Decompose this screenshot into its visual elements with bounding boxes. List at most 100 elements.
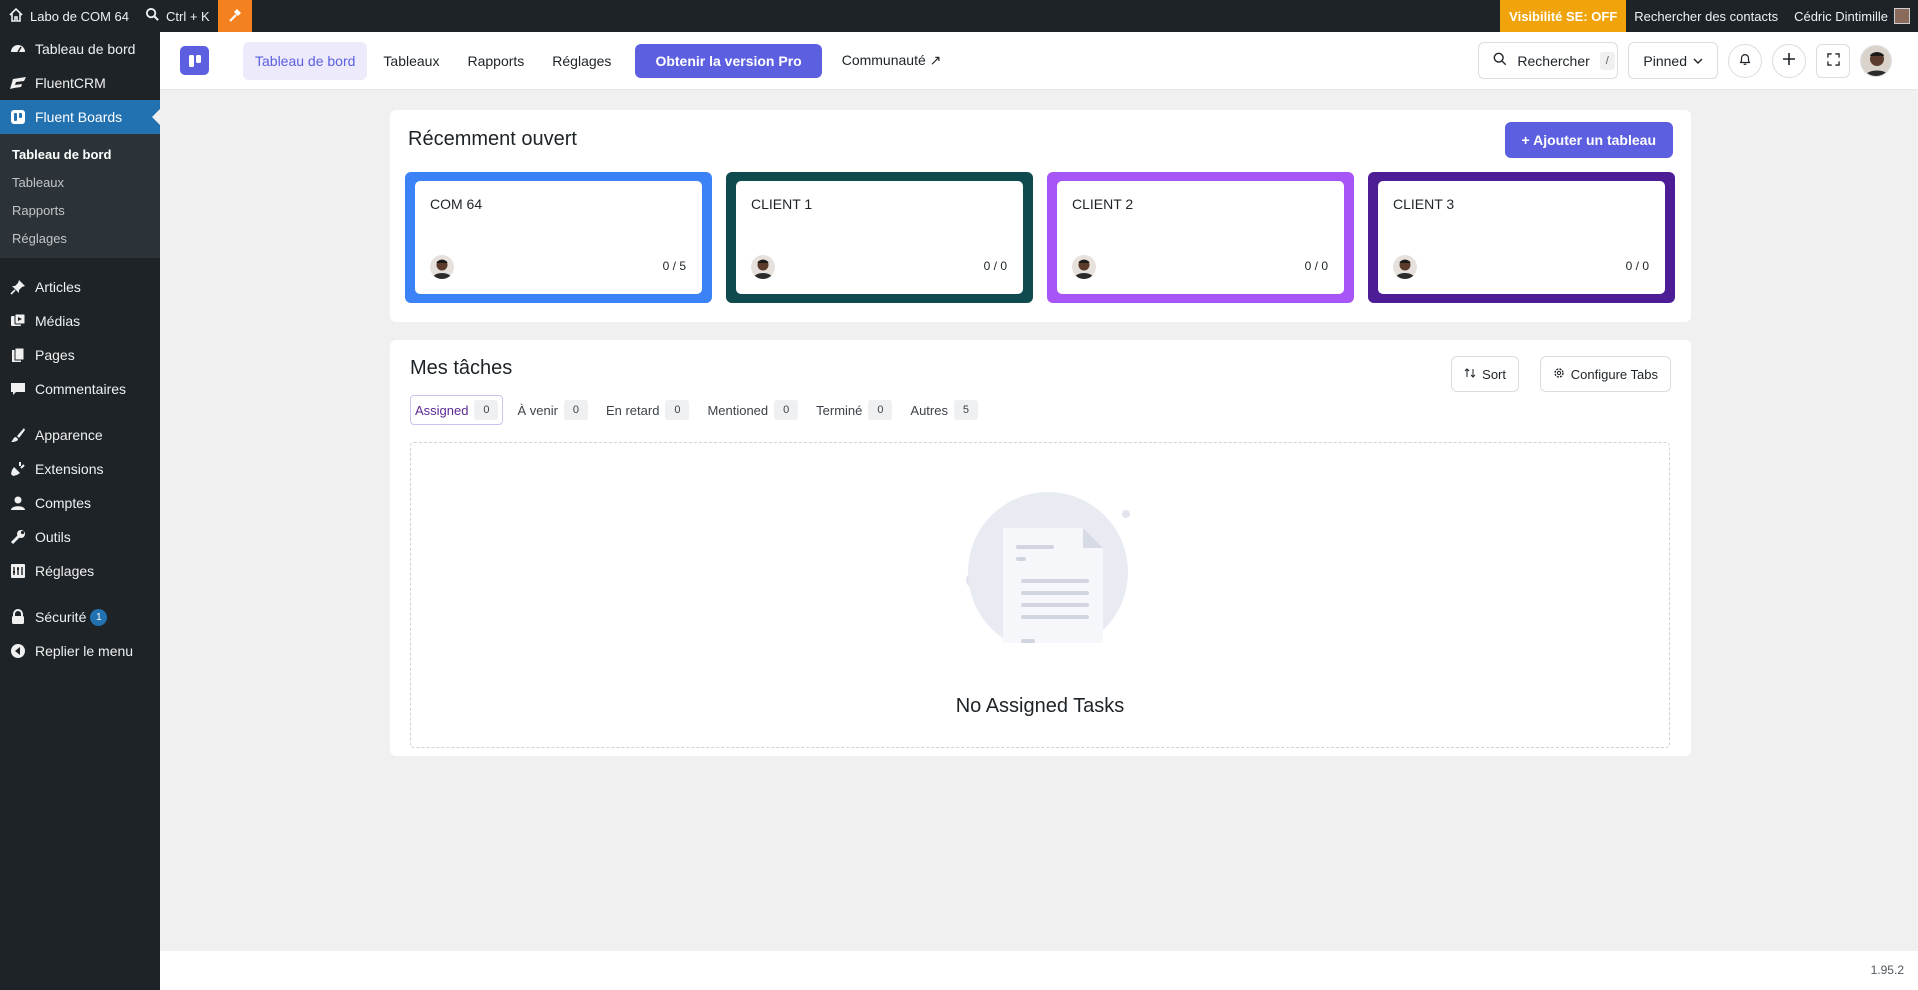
menu-tools[interactable]: Outils (0, 520, 160, 554)
submenu-item-boards[interactable]: Tableaux (0, 168, 160, 196)
configure-tabs-button[interactable]: Configure Tabs (1539, 356, 1671, 392)
tab-label: Autres (910, 402, 948, 418)
board-card-body: CLIENT 3 0 / 0 (1378, 181, 1665, 294)
fluent-boards-submenu: Tableau de bord Tableaux Rapports Réglag… (0, 134, 160, 258)
add-board-button[interactable]: + Ajouter un tableau (1504, 122, 1673, 158)
tab-count: 0 (474, 400, 499, 420)
search-contacts-link[interactable]: Rechercher des contacts (1626, 0, 1786, 32)
board-card[interactable]: COM 64 0 / 5 (405, 172, 712, 303)
tab-overdue[interactable]: En retard 0 (602, 395, 693, 425)
main-content: Tableau de bord Tableaux Rapports Réglag… (160, 32, 1918, 990)
add-button[interactable] (1772, 43, 1806, 78)
board-card-body: COM 64 0 / 5 (415, 181, 702, 294)
search-icon (145, 7, 160, 25)
command-search[interactable]: Ctrl + K (137, 0, 218, 32)
toolbox-button[interactable] (217, 0, 252, 32)
plugin-icon (9, 460, 27, 478)
my-tasks-title: Mes tâches (410, 357, 513, 379)
menu-extensions[interactable]: Extensions (0, 452, 160, 486)
seo-visibility-status[interactable]: Visibilité SE: OFF (1500, 0, 1627, 32)
board-name: CLIENT 1 (751, 196, 813, 212)
board-card[interactable]: CLIENT 1 0 / 0 (726, 172, 1033, 303)
tab-settings[interactable]: Réglages (540, 42, 623, 80)
menu-fluentcrm[interactable]: FluentCRM (0, 66, 160, 100)
pinned-label: Pinned (1643, 52, 1687, 69)
pin-icon (9, 278, 27, 296)
menu-label: Tableau de bord (35, 41, 136, 57)
menu-articles[interactable]: Articles (0, 270, 160, 304)
menu-appearance[interactable]: Apparence (0, 418, 160, 452)
recently-opened-panel: Récemment ouvert + Ajouter un tableau CO… (390, 110, 1691, 322)
menu-settings[interactable]: Réglages (0, 554, 160, 588)
media-icon (9, 312, 27, 330)
board-member-avatar (430, 255, 454, 279)
board-card-body: CLIENT 2 0 / 0 (1057, 181, 1344, 294)
menu-label: Comptes (35, 495, 92, 511)
board-name: CLIENT 3 (1393, 196, 1455, 212)
get-pro-button[interactable]: Obtenir la version Pro (635, 43, 822, 78)
fluentcrm-icon (9, 74, 27, 92)
tab-assigned[interactable]: Assigned 0 (410, 395, 504, 425)
empty-state-message: No Assigned Tasks (955, 695, 1125, 717)
menu-fluent-boards[interactable]: Fluent Boards (0, 100, 160, 134)
tab-upcoming[interactable]: À venir 0 (513, 395, 591, 425)
dashboard-icon (9, 40, 27, 58)
search-shortcut: Ctrl + K (166, 8, 210, 24)
admin-footer: 1.95.2 (160, 951, 1918, 990)
menu-accounts[interactable]: Comptes (0, 486, 160, 520)
site-home-link[interactable]: Labo de COM 64 (0, 0, 137, 32)
admin-bar: Labo de COM 64 Ctrl + K Visibilité SE: O… (0, 0, 1918, 32)
board-member-avatar (751, 255, 775, 279)
tab-reports[interactable]: Rapports (455, 42, 536, 80)
community-link[interactable]: Communauté ↗ (830, 42, 954, 80)
chevron-down-icon (1693, 53, 1703, 69)
board-task-count: 0 / 0 (983, 259, 1007, 273)
pages-icon (9, 346, 27, 364)
gear-icon (1553, 367, 1565, 382)
tab-dashboard[interactable]: Tableau de bord (243, 41, 368, 80)
fluent-boards-logo[interactable] (180, 46, 209, 75)
menu-dashboard[interactable]: Tableau de bord (0, 32, 160, 66)
recent-boards-list: COM 64 0 / 5 CLIENT 1 0 / 0 CLIENT 2 0 /… (405, 172, 1675, 303)
menu-security[interactable]: Sécurité 1 (0, 600, 160, 634)
sort-button[interactable]: Sort (1451, 356, 1519, 392)
submenu-item-settings[interactable]: Réglages (0, 224, 160, 252)
menu-comments[interactable]: Commentaires (0, 372, 160, 406)
menu-label: FluentCRM (35, 75, 106, 91)
submenu-item-reports[interactable]: Rapports (0, 196, 160, 224)
sort-icon (1464, 367, 1476, 382)
collapse-arrow-icon (9, 642, 27, 660)
user-icon (9, 494, 27, 512)
user-avatar[interactable] (1860, 44, 1892, 77)
menu-label: Replier le menu (35, 643, 134, 659)
menu-media[interactable]: Médias (0, 304, 160, 338)
hammer-icon (227, 7, 243, 26)
tab-label: Assigned (415, 402, 469, 418)
board-card[interactable]: CLIENT 3 0 / 0 (1368, 172, 1675, 303)
tab-completed[interactable]: Terminé 0 (812, 395, 896, 425)
tab-label: Mentioned (707, 402, 769, 418)
menu-pages[interactable]: Pages (0, 338, 160, 372)
task-tabs: Assigned 0 À venir 0 En retard 0 Mention… (410, 395, 982, 425)
menu-label: Réglages (35, 563, 95, 579)
user-account-menu[interactable]: Cédric Dintimille (1786, 0, 1918, 32)
sort-label: Sort (1482, 366, 1506, 382)
board-member-avatar (1393, 255, 1417, 279)
tab-mentioned[interactable]: Mentioned 0 (703, 395, 802, 425)
search-button[interactable]: Rechercher / (1478, 42, 1619, 79)
collapse-menu-button[interactable]: Replier le menu (0, 634, 160, 668)
board-member-avatar (1072, 255, 1096, 279)
fullscreen-icon (1826, 52, 1840, 69)
lock-icon (9, 608, 27, 626)
menu-label: Pages (35, 347, 75, 363)
board-name: COM 64 (430, 196, 483, 212)
tab-boards[interactable]: Tableaux (371, 42, 451, 80)
fullscreen-button[interactable] (1816, 43, 1850, 78)
board-task-count: 0 / 5 (662, 259, 686, 273)
submenu-item-dashboard[interactable]: Tableau de bord (0, 140, 160, 168)
pinned-dropdown[interactable]: Pinned (1628, 42, 1718, 79)
tab-count: 5 (953, 400, 978, 420)
board-card[interactable]: CLIENT 2 0 / 0 (1047, 172, 1354, 303)
notifications-button[interactable] (1728, 43, 1762, 78)
tab-others[interactable]: Autres 5 (906, 395, 982, 425)
